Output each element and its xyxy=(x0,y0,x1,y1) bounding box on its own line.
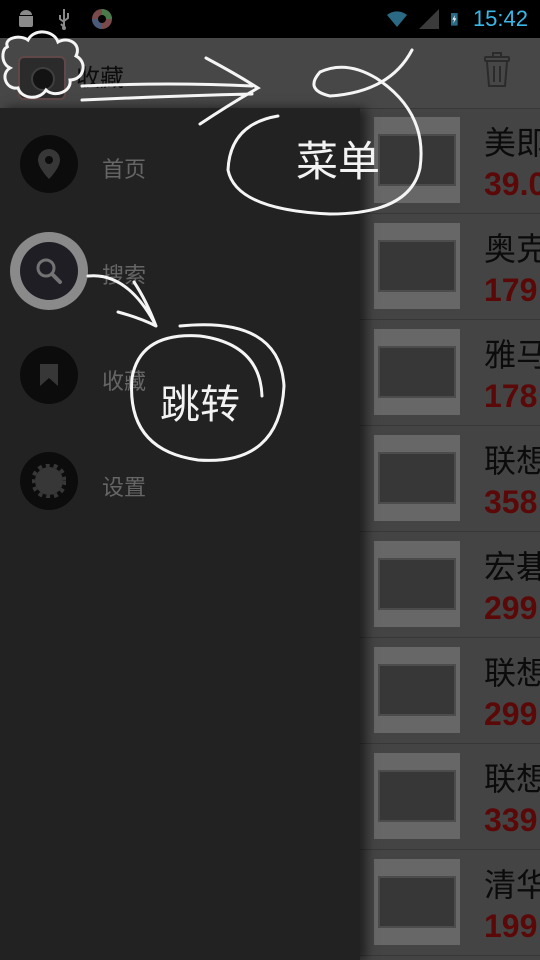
product-image xyxy=(378,346,456,398)
product-list[interactable]: 美即 39.0 奥克 179 雅马 178 联想 358 宏碁 299 联想 299 联想 339 清华 19… xyxy=(360,108,540,960)
menu-label-home: 首页 xyxy=(102,158,147,183)
product-name: 联想 xyxy=(484,442,540,480)
product-price: 339 xyxy=(484,802,538,838)
product-thumbnail xyxy=(374,223,460,309)
menu-label-settings: 设置 xyxy=(102,476,147,501)
menu-item-home[interactable]: 首页 xyxy=(0,108,360,208)
action-bar: 收藏 xyxy=(0,38,540,109)
product-thumbnail xyxy=(374,117,460,203)
product-price: 358 xyxy=(484,484,538,520)
product-row[interactable]: 联想 339 xyxy=(360,744,540,850)
trash-icon[interactable] xyxy=(482,52,512,88)
search-icon xyxy=(36,258,62,284)
menu-label-favorites: 收藏 xyxy=(102,370,147,395)
menu-item-settings[interactable]: 设置 xyxy=(0,426,360,526)
product-thumbnail xyxy=(374,541,460,627)
product-price: 299 xyxy=(484,590,538,626)
product-image xyxy=(378,558,456,610)
page-title: 收藏 xyxy=(76,64,124,92)
product-name: 联想 xyxy=(484,654,540,692)
navigation-drawer: 首页 搜索 收藏 设置 xyxy=(0,108,360,960)
product-name: 雅马 xyxy=(484,336,540,374)
product-thumbnail xyxy=(374,435,460,521)
product-name: 宏碁 xyxy=(484,548,540,586)
product-row[interactable]: 宏碁 299 xyxy=(360,532,540,638)
product-image xyxy=(378,134,456,186)
product-row[interactable]: 雅马 178 xyxy=(360,320,540,426)
menu-item-favorites[interactable]: 收藏 xyxy=(0,320,360,420)
row-divider xyxy=(360,955,540,956)
usb-icon xyxy=(59,9,69,30)
product-row[interactable]: 奥克 179 xyxy=(360,214,540,320)
product-row[interactable]: 联想 358 xyxy=(360,426,540,532)
bookmark-icon xyxy=(20,346,78,404)
clock: 15:42 xyxy=(472,6,528,31)
product-image xyxy=(378,240,456,292)
signal-icon xyxy=(418,9,439,29)
product-thumbnail xyxy=(374,859,460,945)
status-bar: 15:42 xyxy=(0,0,540,38)
product-price: 178 xyxy=(484,378,538,414)
menu-item-search[interactable]: 搜索 xyxy=(0,214,360,314)
product-name: 清华 xyxy=(484,866,540,904)
wifi-icon xyxy=(386,11,407,27)
product-image xyxy=(378,664,456,716)
product-row[interactable]: 联想 299 xyxy=(360,638,540,744)
product-price: 199 xyxy=(484,908,538,944)
product-image xyxy=(378,770,456,822)
product-thumbnail xyxy=(374,753,460,839)
product-image xyxy=(378,452,456,504)
product-image xyxy=(378,876,456,928)
menu-label-search: 搜索 xyxy=(102,264,147,289)
android-icon xyxy=(19,10,33,27)
gear-icon xyxy=(20,452,78,510)
product-thumbnail xyxy=(374,329,460,415)
product-price: 299 xyxy=(484,696,538,732)
product-price: 39.0 xyxy=(484,166,540,202)
product-row[interactable]: 美即 39.0 xyxy=(360,108,540,214)
battery-charging-icon xyxy=(450,13,458,26)
app-status-icon xyxy=(92,9,112,29)
product-name: 奥克 xyxy=(484,230,540,268)
product-price: 179 xyxy=(484,272,538,308)
app-icon[interactable] xyxy=(18,56,66,100)
product-name: 美即 xyxy=(484,124,540,162)
product-thumbnail xyxy=(374,647,460,733)
location-pin-icon xyxy=(20,135,78,193)
product-name: 联想 xyxy=(484,760,540,798)
product-row[interactable]: 清华 199 xyxy=(360,850,540,956)
search-icon-button xyxy=(10,232,88,310)
